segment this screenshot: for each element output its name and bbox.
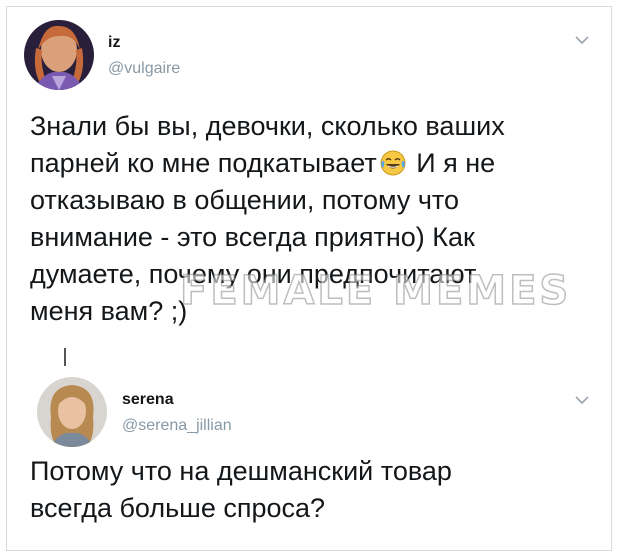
tweet-text: Потому что на дешманский товар всегда бо… [30, 456, 452, 523]
chevron-down-icon[interactable] [571, 392, 593, 408]
author-handle[interactable]: @serena_jillian [122, 417, 232, 435]
tweet-text: Знали бы вы, девочки, сколько ваших парн… [30, 108, 600, 330]
face-with-tears-of-joy-icon [380, 150, 406, 176]
author-name[interactable]: serena [122, 391, 174, 409]
author-handle[interactable]: @vulgaire [108, 60, 180, 78]
thread-connector [64, 348, 66, 366]
avatar-serena[interactable] [37, 377, 107, 447]
avatar-photo-icon [37, 377, 107, 447]
chevron-down-icon[interactable] [571, 32, 593, 48]
author-name[interactable]: iz [108, 34, 120, 52]
avatar-iz[interactable] [24, 20, 94, 90]
avatar-photo-icon [24, 20, 94, 90]
